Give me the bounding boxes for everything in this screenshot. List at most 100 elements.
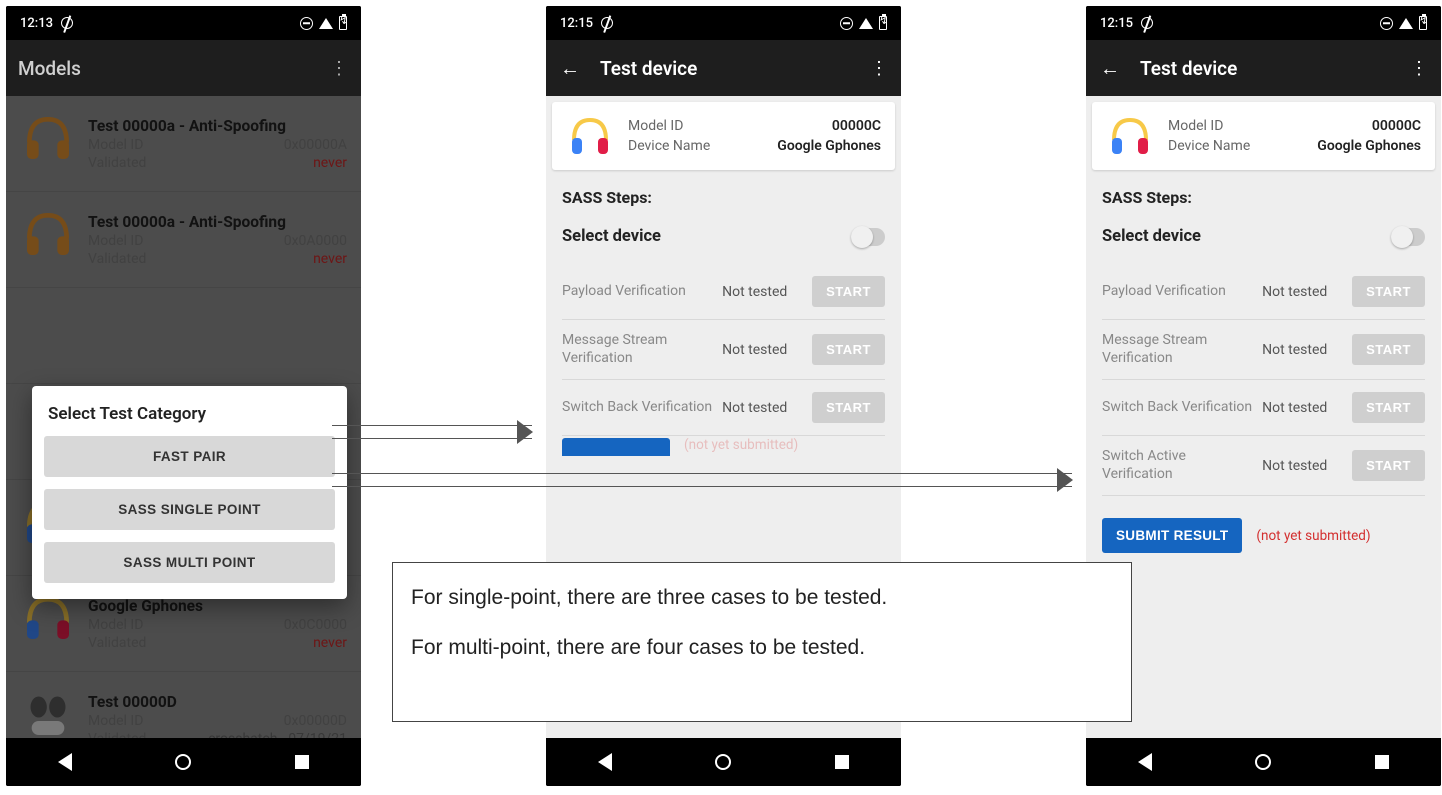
dnd-icon [61,17,73,29]
nav-home-icon[interactable] [715,754,731,770]
select-device-toggle[interactable] [851,228,885,246]
sass-steps-title: SASS Steps: [562,188,885,207]
test-name: Switch Back Verification [1102,399,1254,417]
test-row: Payload Verification Not tested START [1102,264,1425,320]
model-id-label: Model ID [628,118,683,134]
test-name: Message Stream Verification [562,332,714,367]
app-bar: ← Test device ⋮ [1086,40,1441,96]
nav-recent-icon[interactable] [295,755,309,769]
test-name: Payload Verification [1102,283,1254,301]
device-name-label: Device Name [1168,138,1250,154]
nav-home-icon[interactable] [175,754,191,770]
nav-back-icon[interactable] [58,753,72,771]
device-name-label: Device Name [628,138,710,154]
start-button[interactable]: START [812,276,885,307]
test-row: Switch Back Verification Not tested STAR… [562,380,885,436]
test-name: Switch Back Verification [562,399,714,417]
device-card: Model ID 00000C Device Name Google Gphones [552,102,895,170]
appbar-title: Models [18,57,329,80]
status-bar: 12:15 [1086,6,1441,40]
dnd-icon [601,17,613,29]
test-status: Not tested [1262,400,1344,416]
model-id-value: 00000C [1372,118,1421,134]
device-name-value: Google Gphones [777,138,881,154]
sass-multi-point-button[interactable]: SASS MULTI POINT [44,542,335,583]
caption-line1: For single-point, there are three cases … [411,583,1113,613]
device-name-value: Google Gphones [1317,138,1421,154]
submit-result-button[interactable] [562,438,670,456]
headphone-icon [566,112,614,160]
start-button[interactable]: START [1352,392,1425,423]
dnd-status-icon [1380,17,1393,30]
status-time: 12:15 [560,16,593,31]
sass-steps-title: SASS Steps: [1102,188,1425,207]
test-name: Message Stream Verification [1102,332,1254,367]
battery-icon [879,16,887,30]
nav-back-icon[interactable] [598,753,612,771]
model-id-value: 00000C [832,118,881,134]
test-row: Message Stream Verification Not tested S… [562,320,885,380]
start-button[interactable]: START [1352,276,1425,307]
test-status: Not tested [722,284,804,300]
wifi-icon [319,18,333,29]
test-status: Not tested [722,342,804,358]
select-device-toggle[interactable] [1391,228,1425,246]
test-row: Payload Verification Not tested START [562,264,885,320]
android-nav-bar [6,738,361,786]
status-bar: 12:13 [6,6,361,40]
android-nav-bar [1086,738,1441,786]
start-button[interactable]: START [1352,450,1425,481]
headphone-icon [1106,112,1154,160]
wifi-icon [1399,18,1413,29]
dialog-title: Select Test Category [44,404,335,424]
status-time: 12:15 [1100,16,1133,31]
sass-single-point-button[interactable]: SASS SINGLE POINT [44,489,335,530]
android-nav-bar [546,738,901,786]
overflow-menu-icon[interactable]: ⋮ [1409,58,1429,79]
wifi-icon [859,18,873,29]
overflow-menu-icon[interactable]: ⋮ [869,58,889,79]
caption-line2: For multi-point, there are four cases to… [411,633,1113,663]
nav-home-icon[interactable] [1255,754,1271,770]
dnd-status-icon [840,17,853,30]
test-name: Payload Verification [562,283,714,301]
back-arrow-icon[interactable]: ← [1098,56,1122,81]
back-arrow-icon[interactable]: ← [558,56,582,81]
models-list: Test 00000a - Anti-Spoofing Model ID0x00… [6,96,361,738]
app-bar: ← Test device ⋮ [546,40,901,96]
test-row: Message Stream Verification Not tested S… [1102,320,1425,380]
select-device-label: Select device [562,227,661,246]
battery-icon [339,16,347,30]
app-bar: Models ⋮ [6,40,361,96]
start-button[interactable]: START [1352,334,1425,365]
fast-pair-button[interactable]: FAST PAIR [44,436,335,477]
submit-result-button[interactable]: SUBMIT RESULT [1102,518,1242,553]
test-status: Not tested [1262,284,1344,300]
test-row: Switch Active Verification Not tested ST… [1102,436,1425,496]
status-time: 12:13 [20,16,53,31]
dnd-status-icon [300,17,313,30]
nav-recent-icon[interactable] [1375,755,1389,769]
test-status: Not tested [1262,458,1344,474]
status-bar: 12:15 [546,6,901,40]
dnd-icon [1141,17,1153,29]
test-status: Not tested [1262,342,1344,358]
start-button[interactable]: START [812,392,885,423]
appbar-title: Test device [600,57,869,80]
arrow-multi-point [332,473,1072,487]
device-card: Model ID 00000C Device Name Google Gphones [1092,102,1435,170]
nav-back-icon[interactable] [1138,753,1152,771]
test-device-content: Model ID 00000C Device Name Google Gphones… [1086,96,1441,738]
model-id-label: Model ID [1168,118,1223,134]
select-test-category-dialog: Select Test Category FAST PAIR SASS SING… [32,386,347,599]
phone-models: 12:13 Models ⋮ Test 00000a - Anti-Spoofi… [6,6,361,786]
phone-test-multi: 12:15 ← Test device ⋮ Model ID 00000C Dev… [1086,6,1441,786]
nav-recent-icon[interactable] [835,755,849,769]
select-device-label: Select device [1102,227,1201,246]
caption-box: For single-point, there are three cases … [392,562,1132,722]
overflow-menu-icon[interactable]: ⋮ [329,58,349,79]
submit-status: (not yet submitted) [684,437,798,453]
submit-status: (not yet submitted) [1256,528,1370,544]
start-button[interactable]: START [812,334,885,365]
test-name: Switch Active Verification [1102,448,1254,483]
